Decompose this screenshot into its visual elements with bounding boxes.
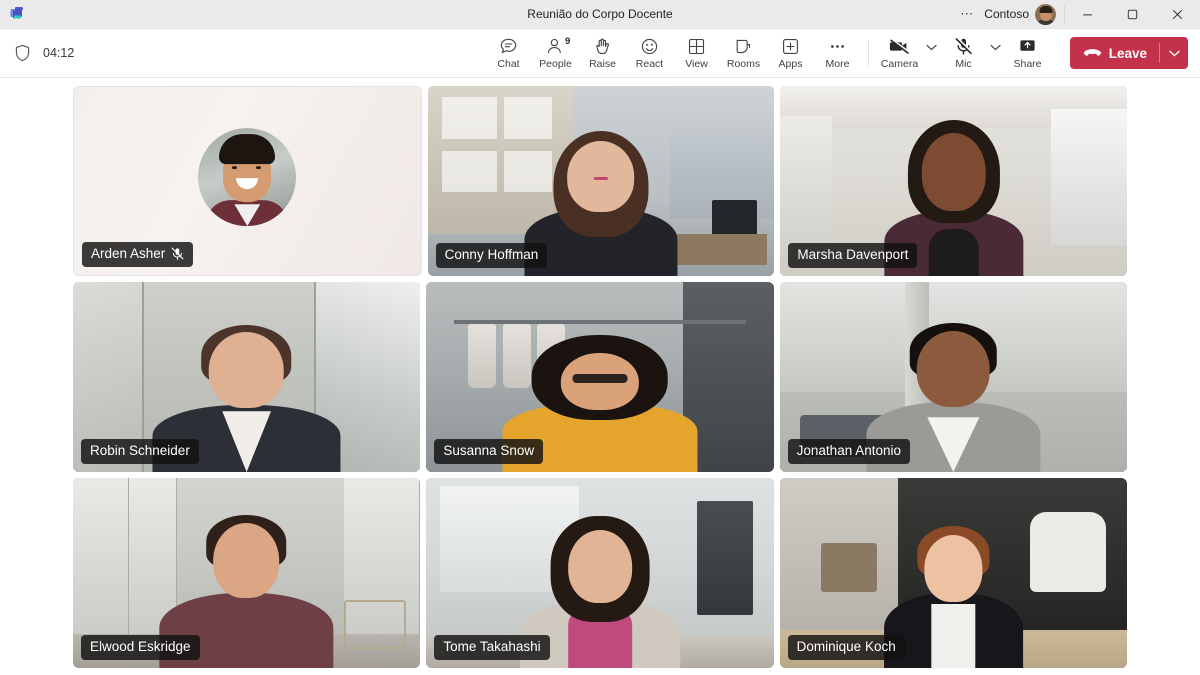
command-bar-left: 04:12 bbox=[0, 44, 74, 62]
participant-name: Arden Asher bbox=[91, 246, 166, 261]
participant-name-badge: Susanna Snow bbox=[434, 439, 544, 464]
close-icon[interactable] bbox=[1155, 0, 1200, 29]
participant-name-badge: Arden Asher bbox=[82, 242, 194, 267]
participant-name: Jonathan Antonio bbox=[796, 443, 901, 458]
meeting-stage: Arden Asher Conny Hoffman Marsha Davenpo… bbox=[0, 78, 1200, 675]
participant-tile[interactable]: Tome Takahashi bbox=[426, 478, 774, 668]
apps-button[interactable]: Apps bbox=[767, 30, 814, 76]
chat-label: Chat bbox=[497, 57, 520, 70]
participant-name: Tome Takahashi bbox=[443, 639, 541, 654]
participant-name: Conny Hoffman bbox=[444, 247, 539, 262]
toolbar-divider bbox=[868, 40, 869, 66]
more-label: More bbox=[825, 57, 850, 70]
participant-name-badge: Marsha Davenport bbox=[788, 243, 918, 268]
view-label: View bbox=[685, 57, 708, 70]
participant-name: Marsha Davenport bbox=[797, 247, 909, 262]
camera-button[interactable]: Camera bbox=[876, 30, 923, 76]
maximize-icon[interactable] bbox=[1110, 0, 1155, 29]
mic-label: Mic bbox=[955, 57, 972, 70]
participant-tile[interactable]: Arden Asher bbox=[73, 86, 422, 276]
org-name-label: Contoso bbox=[984, 7, 1029, 21]
participant-name-badge: Tome Takahashi bbox=[434, 635, 550, 660]
title-bar: Reunião do Corpo Docente ⋯ Contoso bbox=[0, 0, 1200, 29]
participant-name-badge: Elwood Eskridge bbox=[81, 635, 200, 660]
mic-chevron-down-icon[interactable] bbox=[987, 30, 1004, 76]
camera-chevron-down-icon[interactable] bbox=[923, 30, 940, 76]
more-button[interactable]: More bbox=[814, 30, 861, 76]
leave-chevron-down-icon[interactable] bbox=[1160, 37, 1188, 69]
participant-name: Elwood Eskridge bbox=[90, 639, 191, 654]
command-bar-actions: Chat 9 People Raise React View Rooms App… bbox=[485, 29, 1051, 78]
participant-tile[interactable]: Marsha Davenport bbox=[780, 86, 1128, 276]
apps-label: Apps bbox=[778, 57, 803, 70]
avatar[interactable] bbox=[1035, 3, 1056, 25]
participant-name: Robin Schneider bbox=[90, 443, 190, 458]
camera-off-icon bbox=[889, 37, 911, 56]
react-button[interactable]: React bbox=[626, 30, 673, 76]
teams-logo-icon bbox=[0, 0, 30, 29]
camera-label: Camera bbox=[880, 57, 919, 70]
chat-icon bbox=[499, 37, 518, 56]
mic-control-group: Mic bbox=[940, 30, 1004, 76]
raise-hand-button[interactable]: Raise bbox=[579, 30, 626, 76]
share-screen-icon bbox=[1018, 37, 1037, 56]
raise-hand-icon bbox=[593, 37, 612, 56]
mic-off-icon bbox=[171, 247, 184, 261]
rooms-label: Rooms bbox=[726, 57, 761, 70]
participant-name: Susanna Snow bbox=[443, 443, 535, 458]
view-button[interactable]: View bbox=[673, 30, 720, 76]
chat-button[interactable]: Chat bbox=[485, 30, 532, 76]
people-badge: 9 bbox=[565, 35, 571, 47]
minimize-icon[interactable] bbox=[1065, 0, 1110, 29]
react-label: React bbox=[635, 57, 664, 70]
participant-avatar bbox=[198, 128, 297, 227]
share-button[interactable]: Share bbox=[1004, 30, 1051, 76]
leave-label: Leave bbox=[1108, 45, 1147, 61]
participant-tile[interactable]: Dominique Koch bbox=[779, 478, 1127, 668]
participant-tile[interactable]: Robin Schneider bbox=[73, 282, 421, 472]
participant-row: Elwood Eskridge Tome Takahashi Dominique… bbox=[73, 478, 1127, 668]
more-ellipsis-icon bbox=[828, 37, 847, 56]
shield-icon[interactable] bbox=[14, 44, 31, 62]
window-controls-group: ⋯ Contoso bbox=[952, 0, 1200, 29]
raise-label: Raise bbox=[589, 57, 616, 70]
participant-name: Dominique Koch bbox=[796, 639, 896, 654]
share-label: Share bbox=[1013, 57, 1042, 70]
participant-tile[interactable]: Susanna Snow bbox=[426, 282, 774, 472]
participant-name-badge: Dominique Koch bbox=[787, 635, 905, 660]
people-icon: 9 bbox=[546, 36, 570, 56]
participant-name-badge: Jonathan Antonio bbox=[787, 439, 910, 464]
view-grid-icon bbox=[687, 37, 706, 56]
people-button[interactable]: 9 People bbox=[532, 30, 579, 76]
participant-tile[interactable]: Conny Hoffman bbox=[427, 86, 775, 276]
participant-name-badge: Conny Hoffman bbox=[435, 243, 548, 268]
command-bar-right: Leave bbox=[1060, 37, 1200, 69]
people-label: People bbox=[539, 57, 572, 70]
react-smiley-icon bbox=[640, 37, 659, 56]
participant-row: Arden Asher Conny Hoffman Marsha Davenpo… bbox=[73, 86, 1128, 276]
window-overflow-icon[interactable]: ⋯ bbox=[952, 0, 982, 29]
participant-tile[interactable]: Elwood Eskridge bbox=[73, 478, 421, 668]
mic-button[interactable]: Mic bbox=[940, 30, 987, 76]
apps-plus-icon bbox=[781, 37, 800, 56]
camera-control-group: Camera bbox=[876, 30, 940, 76]
leave-button[interactable]: Leave bbox=[1069, 37, 1188, 69]
participant-row: Robin Schneider Susanna Snow Jonathan An… bbox=[73, 282, 1127, 472]
meeting-command-bar: 04:12 Chat 9 People Raise React View Roo… bbox=[0, 29, 1200, 78]
meeting-timer: 04:12 bbox=[43, 46, 75, 60]
rooms-icon bbox=[734, 37, 753, 56]
mic-off-icon bbox=[954, 36, 973, 56]
leave-main-action[interactable]: Leave bbox=[1070, 37, 1159, 69]
hangup-icon bbox=[1083, 47, 1102, 59]
rooms-button[interactable]: Rooms bbox=[720, 30, 767, 76]
participant-name-badge: Robin Schneider bbox=[81, 439, 199, 464]
participant-tile[interactable]: Jonathan Antonio bbox=[779, 282, 1127, 472]
